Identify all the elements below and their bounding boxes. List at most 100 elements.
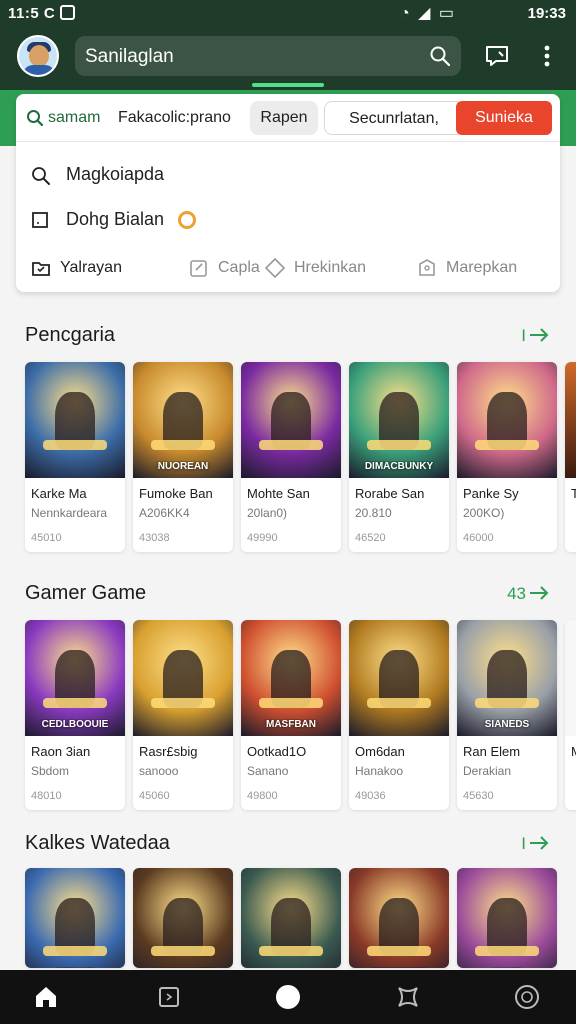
game-title: Fumoke Ban: [139, 486, 213, 501]
option-label: Marepkan: [446, 259, 518, 276]
game-weapon-art: [151, 946, 215, 956]
game-card[interactable]: Mohte San 20lan0) 49990: [241, 362, 341, 552]
game-thumbnail: MASFBAN: [241, 620, 341, 736]
more-vertical-icon[interactable]: [536, 42, 558, 70]
game-weapon-art: [43, 946, 107, 956]
game-logo-text: SEINAR: [29, 967, 121, 968]
game-thumbnail: [241, 868, 341, 968]
game-weapon-art: [475, 946, 539, 956]
app-notification-icon: [60, 5, 75, 20]
game-weapon-art: [259, 440, 323, 450]
game-logo-text: LAKOAVARS: [137, 967, 229, 968]
folder-icon: [32, 262, 50, 276]
arrow-right-icon[interactable]: [528, 326, 550, 344]
screen: 11:5 C ◔ ◢ ▭ 19:33 Sanilaglan samam Faka…: [0, 0, 576, 1024]
shape-icon[interactable]: [393, 982, 423, 1012]
game-thumbnail: [349, 620, 449, 736]
game-weapon-art: [259, 946, 323, 956]
signal-icon: ◔ ◢ ▭: [400, 5, 456, 22]
chip-category[interactable]: Fakacolic:prano: [118, 101, 231, 135]
game-card[interactable]: [241, 868, 341, 968]
game-title: Rasr£sbig: [139, 744, 198, 759]
game-card[interactable]: NUOREAN Fumoke Ban A206KK4 43038: [133, 362, 233, 552]
game-sub: A206KK4: [139, 506, 190, 520]
game-thumbnail: [133, 620, 233, 736]
search-history-icon: [32, 167, 50, 185]
arrow-right-icon[interactable]: [528, 834, 550, 852]
game-thumbnail: [565, 620, 576, 736]
game-sub: Nennkardeara: [31, 506, 108, 520]
suggestion-label: Magkoiapda: [66, 164, 165, 184]
game-card-peek[interactable]: M: [565, 620, 576, 810]
search-icon[interactable]: [429, 45, 451, 67]
game-title: Karke Ma: [31, 486, 87, 501]
game-sub: Sbdom: [31, 764, 70, 778]
search-bar[interactable]: Sanilaglan: [75, 36, 461, 76]
game-card[interactable]: SEINAR: [25, 868, 125, 968]
diamond-icon: [264, 257, 286, 279]
chip-label: samam: [48, 109, 101, 126]
game-card[interactable]: DIMACBUNKY Rorabe San 20.810 46520: [349, 362, 449, 552]
game-title: Ootkad1O: [247, 744, 307, 759]
game-thumbnail: DIMACBUNKY: [349, 362, 449, 478]
game-card[interactable]: SIANEDS Ran Elem Derakian 45630: [457, 620, 557, 810]
game-card[interactable]: CEDLBOOUIE Raon 3ian Sbdom 48010: [25, 620, 125, 810]
section-more-label[interactable]: 43: [507, 584, 526, 604]
game-weapon-art: [43, 440, 107, 450]
game-card[interactable]: Karke Ma Nennkardeara 45010: [25, 362, 125, 552]
game-logo-text: DIMACBUNKY: [364, 461, 434, 472]
game-title: Ran Elem: [463, 744, 521, 759]
home-icon[interactable]: [31, 982, 61, 1012]
game-num: 49990: [247, 532, 278, 544]
game-num: 45630: [463, 790, 494, 802]
game-card[interactable]: IPROMIKES: [349, 868, 449, 968]
game-card-peek[interactable]: Ty: [565, 362, 576, 552]
square-icon: [32, 212, 48, 228]
square-icon[interactable]: [154, 982, 184, 1012]
option-label: Yalrayan: [60, 259, 122, 276]
game-card[interactable]: MASFBAN Ootkad1O Sanano 49800: [241, 620, 341, 810]
game-card[interactable]: Rasr£sbig sanooo 45060: [133, 620, 233, 810]
avatar-face: [29, 45, 49, 67]
option-row: Yalrayan Capla Hrekinkan Marepkan: [30, 257, 550, 281]
circle-icon[interactable]: [273, 982, 303, 1012]
coin-icon[interactable]: [512, 982, 542, 1012]
chip-selected[interactable]: Rapen: [250, 101, 318, 135]
game-logo-text: MASFBAN: [266, 719, 316, 730]
game-logo-text: ANGB: [461, 967, 553, 968]
game-title: Ty: [571, 486, 576, 501]
game-sub: 20lan0): [247, 506, 288, 520]
game-thumbnail: [457, 362, 557, 478]
game-sub: sanooo: [139, 764, 179, 778]
game-num: 48010: [31, 790, 62, 802]
game-thumbnail: SEINAR: [25, 868, 125, 968]
chat-icon[interactable]: [484, 44, 510, 68]
game-logo-text: CEDLBOOUIE: [41, 719, 109, 730]
search-input[interactable]: Sanilaglan: [85, 46, 174, 68]
game-card[interactable]: ANGB: [457, 868, 557, 968]
section-title: Pencgaria: [25, 324, 116, 346]
search-submit-button[interactable]: Sunieka: [456, 101, 552, 135]
game-weapon-art: [151, 440, 215, 450]
section-more-label[interactable]: I: [521, 834, 526, 854]
game-title: Mohte San: [247, 486, 310, 501]
chip-outline[interactable]: Secunrlatan,: [324, 101, 464, 135]
game-row: Karke Ma Nennkardeara 45010 NUOREAN Fumoke B…: [25, 362, 576, 552]
game-num: 45010: [31, 532, 62, 544]
avatar[interactable]: [17, 35, 59, 77]
game-card[interactable]: Om6dan Hanakoo 49036: [349, 620, 449, 810]
game-card[interactable]: LAKOAVARS: [133, 868, 233, 968]
status-clock: 19:33: [527, 5, 566, 22]
game-num: 49800: [247, 790, 278, 802]
game-thumbnail: [25, 362, 125, 478]
game-thumbnail: IPROMIKES: [349, 868, 449, 968]
game-thumbnail: ANGB: [457, 868, 557, 968]
section-more-label[interactable]: I: [521, 326, 526, 346]
game-title: Om6dan: [355, 744, 405, 759]
game-thumbnail: [565, 362, 576, 478]
game-thumbnail: SIANEDS: [457, 620, 557, 736]
arrow-right-icon[interactable]: [528, 584, 550, 602]
game-card[interactable]: Panke Sy 200KO) 46000: [457, 362, 557, 552]
game-weapon-art: [475, 698, 539, 708]
game-sub: Sanano: [247, 764, 289, 778]
